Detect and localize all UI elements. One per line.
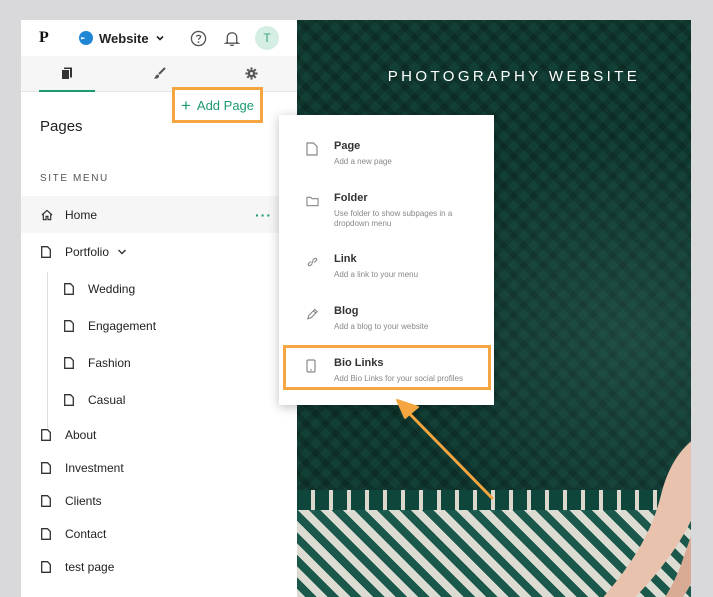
add-menu-item-desc: Add a new page <box>334 157 392 166</box>
brush-icon <box>153 67 166 79</box>
page-icon <box>41 494 53 507</box>
add-menu-item-desc: Use folder to show subpages in a dropdow… <box>334 209 453 228</box>
pages-icon <box>61 67 72 80</box>
page-icon <box>41 560 53 573</box>
site-icon <box>79 31 93 45</box>
folder-icon <box>306 196 319 207</box>
site-switcher[interactable]: Website <box>79 31 165 46</box>
menu-item-casual[interactable]: Casual <box>21 381 297 418</box>
page-title: Pages <box>40 118 83 135</box>
page-icon <box>306 142 318 156</box>
page-icon <box>64 282 76 295</box>
avatar[interactable]: T <box>255 26 279 50</box>
menu-item-label: Investment <box>65 460 124 475</box>
menu-item-home[interactable]: Home ··· <box>21 196 297 233</box>
gear-icon <box>244 67 258 80</box>
preview-site-title: PHOTOGRAPHY WEBSITE <box>387 68 641 85</box>
tab-pages[interactable] <box>21 56 113 92</box>
page-icon <box>41 461 53 474</box>
menu-item-clients[interactable]: Clients <box>21 484 297 517</box>
more-options-icon[interactable]: ··· <box>255 207 272 223</box>
menu-item-label: Fashion <box>88 355 131 370</box>
chevron-down-icon <box>156 35 164 41</box>
site-menu-label: SITE MENU <box>40 173 109 184</box>
link-icon <box>307 257 318 267</box>
add-page-label: Add Page <box>196 97 255 113</box>
menu-item-label: Casual <box>88 392 126 407</box>
menu-item-label: Clients <box>65 493 102 508</box>
menu-item-label: Home <box>65 207 98 222</box>
menu-item-label: Wedding <box>88 281 136 296</box>
page-icon <box>41 527 53 540</box>
menu-item-label: Contact <box>65 526 107 541</box>
page-icon <box>64 319 76 332</box>
add-menu-item-desc: Add a blog to your website <box>334 322 429 331</box>
menu-item-investment[interactable]: Investment <box>21 451 297 484</box>
top-bar: P Website T <box>21 20 297 56</box>
menu-item-fashion[interactable]: Fashion <box>21 344 297 381</box>
annotation-arrow-icon <box>396 399 494 500</box>
menu-item-test-page[interactable]: test page <box>21 550 297 583</box>
menu-item-contact[interactable]: Contact <box>21 517 297 550</box>
add-menu-item-title: Blog <box>334 305 359 317</box>
menu-item-label: Portfolio <box>65 244 110 259</box>
add-menu-item-desc: Add a link to your menu <box>334 270 419 279</box>
bell-icon[interactable] <box>221 27 243 49</box>
brand-logo[interactable]: P <box>39 29 79 47</box>
site-menu-list: Home ··· Portfolio Wedding Engagement Fa… <box>21 196 297 583</box>
page-icon <box>41 245 53 258</box>
add-menu-item-title: Page <box>334 140 361 152</box>
pen-icon <box>307 308 318 320</box>
page-icon <box>64 356 76 369</box>
menu-item-engagement[interactable]: Engagement <box>21 307 297 344</box>
menu-item-portfolio[interactable]: Portfolio <box>21 233 297 270</box>
menu-item-wedding[interactable]: Wedding <box>21 270 297 307</box>
menu-item-label: Engagement <box>88 318 157 333</box>
help-icon[interactable] <box>187 27 209 49</box>
plus-icon: + <box>180 95 191 115</box>
page-icon <box>41 428 53 441</box>
add-menu-item-title: Folder <box>334 192 368 204</box>
add-page-button[interactable]: + Add Page <box>172 87 263 123</box>
tab-settings[interactable] <box>205 56 297 91</box>
add-menu-item-title: Link <box>334 253 357 265</box>
home-icon <box>41 208 53 221</box>
tab-design[interactable] <box>113 56 205 91</box>
menu-item-about[interactable]: About <box>21 418 297 451</box>
menu-item-label: About <box>65 427 97 442</box>
site-name: Website <box>99 30 149 46</box>
page-icon <box>64 393 76 406</box>
chevron-down-icon[interactable] <box>117 248 127 256</box>
legs-photo <box>603 441 691 597</box>
menu-item-label: test page <box>65 559 115 574</box>
